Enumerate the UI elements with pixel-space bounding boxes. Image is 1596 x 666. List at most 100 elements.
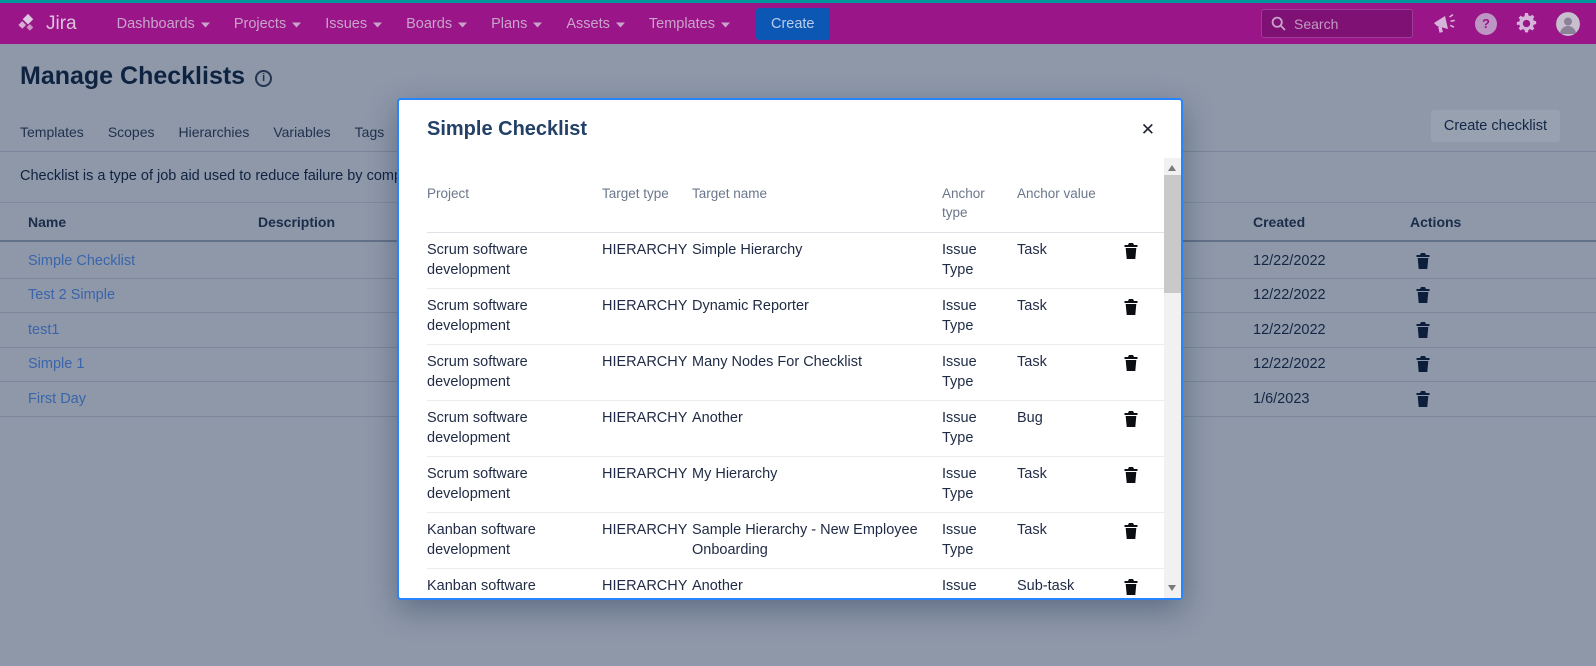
anchor-value-cell: Task	[1017, 353, 1124, 373]
search-icon	[1271, 16, 1286, 31]
modal-title: Simple Checklist	[427, 118, 587, 141]
nav-menu-item[interactable]: Projects	[234, 16, 301, 32]
anchor-value-cell: Task	[1017, 241, 1124, 261]
nav-menu-item-label: Dashboards	[117, 16, 195, 32]
chevron-down-icon	[201, 22, 210, 28]
table-row: Scrum software development HIERARCHY Ano…	[427, 401, 1164, 457]
nav-menu-item-label: Templates	[649, 16, 715, 32]
avatar[interactable]	[1556, 12, 1580, 36]
modal-header: Simple Checklist ✕	[399, 100, 1181, 158]
project-cell: Kanban software development	[427, 577, 602, 598]
table-row: Kanban software development HIERARCHY Sa…	[427, 513, 1164, 569]
nav-menu-item[interactable]: Issues	[325, 16, 382, 32]
anchor-value-cell: Bug	[1017, 409, 1124, 429]
nav-right-cluster: ?	[1261, 9, 1580, 38]
target-name-cell: Simple Hierarchy	[692, 241, 942, 261]
modal-table: Project Target type Target name Anchor t…	[427, 158, 1164, 598]
delete-button[interactable]	[1124, 297, 1164, 315]
column-header-target-name: Target name	[692, 184, 942, 222]
search-input[interactable]	[1294, 16, 1403, 32]
target-name-cell: My Hierarchy	[692, 465, 942, 485]
brand-name: Jira	[46, 13, 77, 35]
primary-nav: Dashboards Projects Issues Boards	[117, 16, 730, 32]
nav-menu-item-label: Boards	[406, 16, 452, 32]
anchor-value-cell: Task	[1017, 297, 1124, 317]
nav-menu-item[interactable]: Dashboards	[117, 16, 210, 32]
scroll-down-arrow-icon[interactable]	[1168, 585, 1176, 591]
target-type-cell: HIERARCHY	[602, 577, 692, 597]
chevron-down-icon	[721, 22, 730, 28]
target-type-cell: HIERARCHY	[602, 465, 692, 485]
anchor-value-cell: Sub-task	[1017, 577, 1124, 597]
gear-icon[interactable]	[1516, 13, 1537, 34]
chevron-down-icon	[292, 22, 301, 28]
column-header-row-actions	[1124, 184, 1164, 222]
chevron-down-icon	[533, 22, 542, 28]
column-header-anchor-value: Anchor value	[1017, 184, 1124, 222]
anchor-value-cell: Task	[1017, 465, 1124, 485]
table-row: Scrum software development HIERARCHY Sim…	[427, 233, 1164, 289]
delete-button[interactable]	[1124, 577, 1164, 595]
column-header-target-type: Target type	[602, 184, 692, 222]
project-cell: Scrum software development	[427, 409, 602, 448]
nav-menu-item-label: Assets	[566, 16, 610, 32]
table-row: Kanban software development HIERARCHY An…	[427, 569, 1164, 598]
delete-button[interactable]	[1124, 465, 1164, 483]
target-name-cell: Dynamic Reporter	[692, 297, 942, 317]
scroll-up-arrow-icon[interactable]	[1168, 165, 1176, 171]
target-type-cell: HIERARCHY	[602, 297, 692, 317]
modal-body: Project Target type Target name Anchor t…	[399, 158, 1181, 598]
project-cell: Scrum software development	[427, 241, 602, 280]
nav-menu-item[interactable]: Plans	[491, 16, 542, 32]
table-row: Scrum software development HIERARCHY Dyn…	[427, 289, 1164, 345]
modal-scrollbar[interactable]	[1164, 158, 1181, 598]
chevron-down-icon	[373, 22, 382, 28]
delete-button[interactable]	[1124, 521, 1164, 539]
target-name-cell: Many Nodes For Checklist	[692, 353, 942, 373]
jira-logo[interactable]: Jira	[16, 12, 77, 35]
scrollbar-thumb[interactable]	[1164, 175, 1181, 293]
anchor-type-cell: Issue Type	[942, 353, 1017, 392]
announcement-icon[interactable]	[1432, 13, 1456, 35]
nav-menu-item[interactable]: Assets	[566, 16, 625, 32]
project-cell: Scrum software development	[427, 297, 602, 336]
project-cell: Scrum software development	[427, 465, 602, 504]
anchor-type-cell: Issue Type	[942, 241, 1017, 280]
anchor-type-cell: Issue Type	[942, 409, 1017, 448]
column-header-project: Project	[427, 184, 602, 222]
chevron-down-icon	[458, 22, 467, 28]
target-type-cell: HIERARCHY	[602, 521, 692, 541]
anchor-type-cell: Issue Type	[942, 577, 1017, 598]
table-row: Scrum software development HIERARCHY Man…	[427, 345, 1164, 401]
delete-button[interactable]	[1124, 241, 1164, 259]
anchor-type-cell: Issue Type	[942, 297, 1017, 336]
target-name-cell: Sample Hierarchy - New Employee Onboardi…	[692, 521, 942, 560]
project-cell: Kanban software development	[427, 521, 602, 560]
target-name-cell: Another	[692, 577, 942, 597]
search-box[interactable]	[1261, 9, 1413, 38]
nav-menu-item[interactable]: Boards	[406, 16, 467, 32]
nav-menu-item-label: Issues	[325, 16, 367, 32]
target-type-cell: HIERARCHY	[602, 241, 692, 261]
project-cell: Scrum software development	[427, 353, 602, 392]
close-icon[interactable]: ✕	[1141, 121, 1155, 138]
delete-button[interactable]	[1124, 353, 1164, 371]
create-button[interactable]: Create	[756, 8, 830, 40]
nav-menu-item[interactable]: Templates	[649, 16, 730, 32]
anchor-value-cell: Task	[1017, 521, 1124, 541]
column-header-anchor-type: Anchor type	[942, 184, 1017, 222]
modal-table-rows: Scrum software development HIERARCHY Sim…	[427, 233, 1164, 598]
target-type-cell: HIERARCHY	[602, 409, 692, 429]
checklist-detail-modal: Simple Checklist ✕ Project Target type T…	[397, 98, 1183, 600]
help-icon[interactable]: ?	[1475, 13, 1497, 35]
jira-logo-icon	[16, 12, 39, 35]
anchor-type-cell: Issue Type	[942, 465, 1017, 504]
delete-button[interactable]	[1124, 409, 1164, 427]
anchor-type-cell: Issue Type	[942, 521, 1017, 560]
top-nav: Jira Dashboards Projects Issues	[0, 0, 1596, 44]
nav-menu-item-label: Projects	[234, 16, 286, 32]
nav-menu-item-label: Plans	[491, 16, 527, 32]
screen: Jira Dashboards Projects Issues	[0, 0, 1596, 666]
target-name-cell: Another	[692, 409, 942, 429]
chevron-down-icon	[616, 22, 625, 28]
